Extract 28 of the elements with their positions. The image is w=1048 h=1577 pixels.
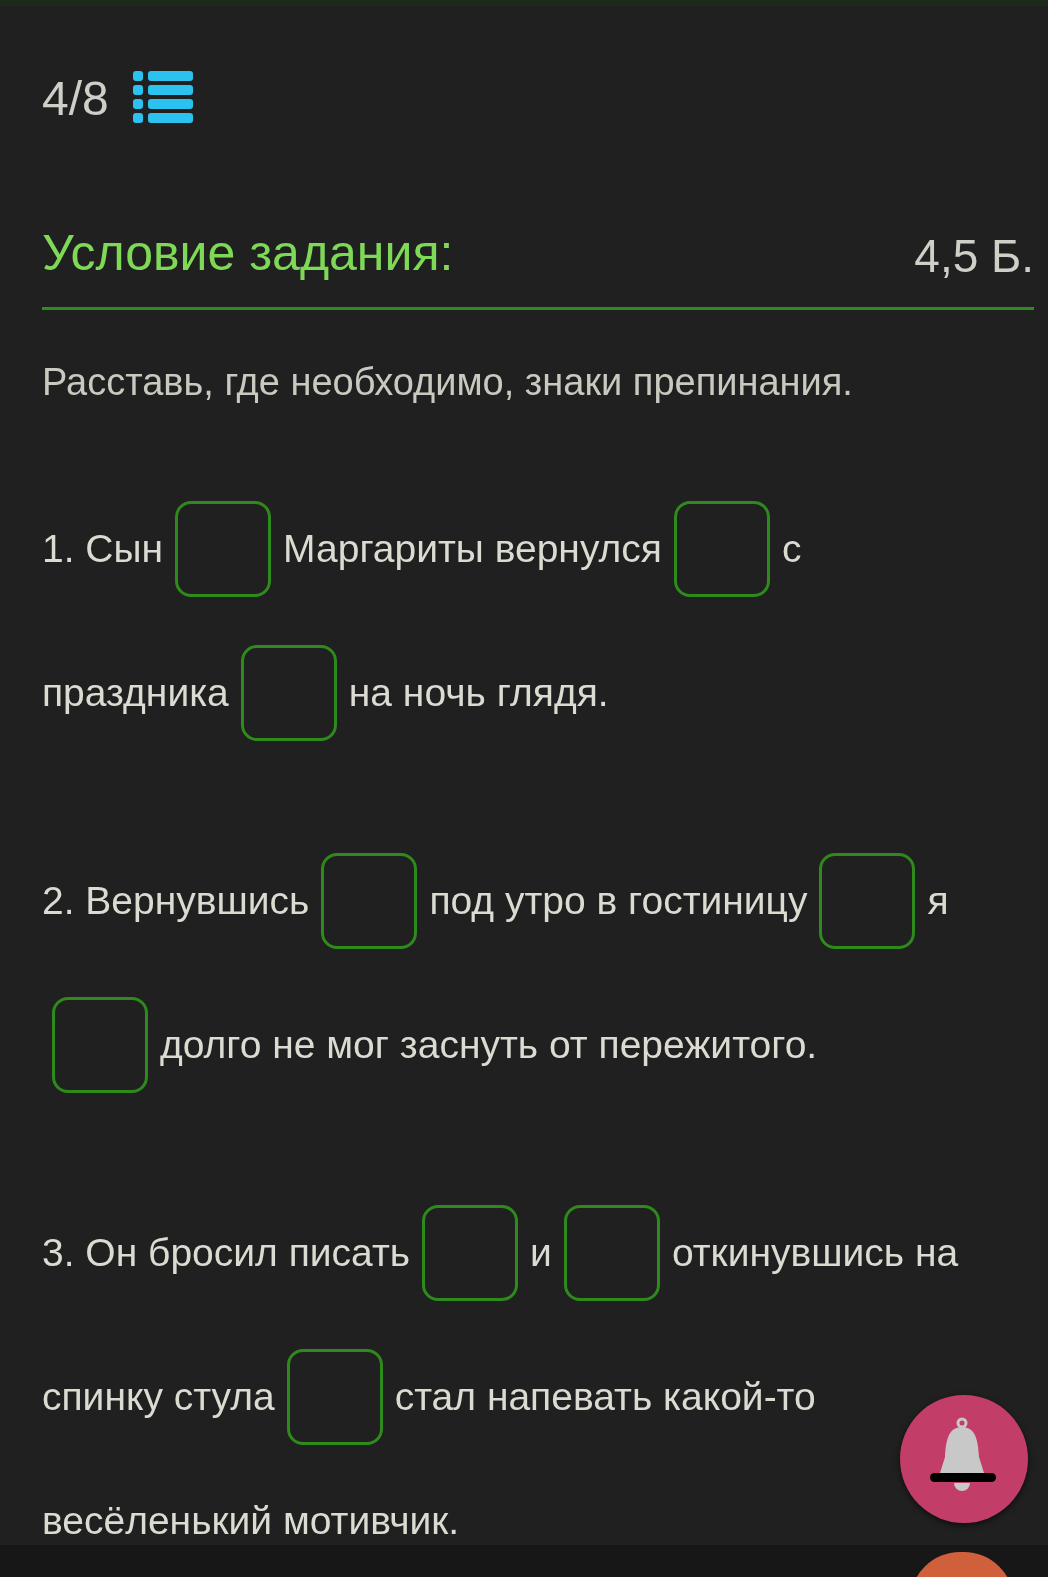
answer-box[interactable] <box>422 1205 519 1301</box>
sentence-text: и <box>530 1229 552 1276</box>
sentence-text: под утро в гостиницу <box>429 877 808 924</box>
answer-box[interactable] <box>52 997 148 1093</box>
sentence-text: 2. Вернувшись <box>42 877 310 924</box>
answer-box[interactable] <box>175 501 272 597</box>
sentence-text: праздника <box>42 669 229 716</box>
sentence-text: весёленький мотивчик. <box>42 1497 460 1544</box>
sentence-text: Маргариты вернулся <box>283 525 662 572</box>
answer-box[interactable] <box>563 1205 660 1301</box>
answer-box[interactable] <box>286 1349 383 1445</box>
sentence-text: на ночь глядя. <box>348 669 609 716</box>
sentence-text: я <box>927 877 949 924</box>
answer-box[interactable] <box>240 645 337 741</box>
sentence-text: с <box>781 525 802 572</box>
answer-box[interactable] <box>819 853 916 949</box>
sentence-text: 3. Он бросил писать <box>42 1229 411 1276</box>
sentence-text: 1. Сын <box>42 525 164 572</box>
task-title: Условие задания: <box>42 224 454 283</box>
sentence-text: откинувшись на <box>671 1229 959 1276</box>
sentence-text: стал напевать какой-то <box>394 1373 816 1420</box>
answer-box[interactable] <box>673 501 770 597</box>
points-text: 4,5 Б. <box>914 229 1034 284</box>
sentence-text: спинку стула <box>42 1373 275 1420</box>
instruction-text: Расставь, где необходимо, знаки препинания. <box>42 360 854 405</box>
sentence-text: долго не мог заснуть от пережитого. <box>160 1021 818 1068</box>
question-counter: 4/8 <box>42 71 109 127</box>
answer-box[interactable] <box>321 853 418 949</box>
